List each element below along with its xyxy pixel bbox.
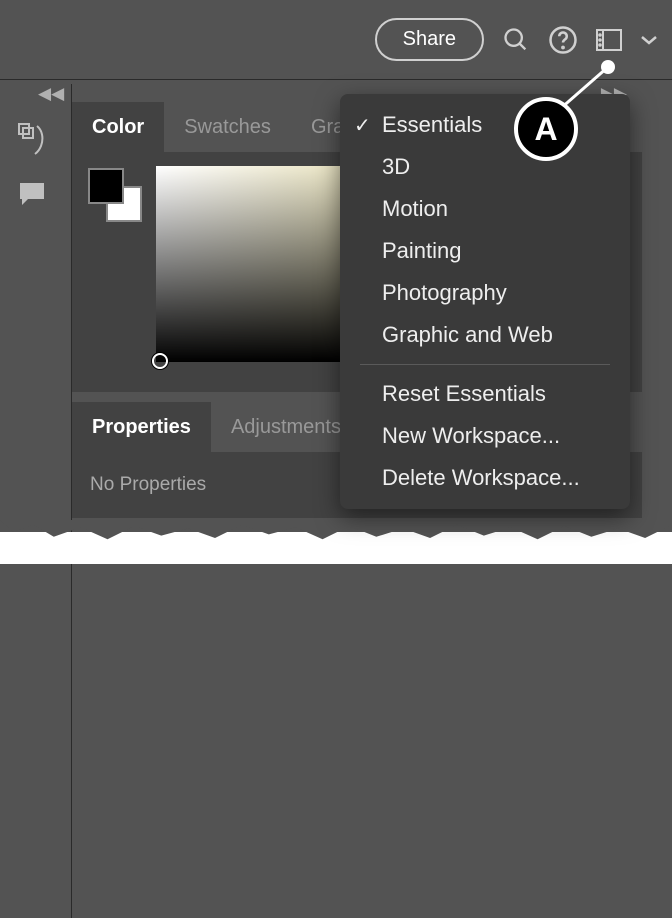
callout-label: A — [514, 97, 578, 161]
tab-adjustments[interactable]: Adjustments — [211, 402, 361, 452]
chevron-down-icon[interactable] — [640, 34, 658, 46]
workspace-item-graphic-web[interactable]: Graphic and Web — [340, 314, 630, 356]
check-icon: ✓ — [354, 113, 371, 138]
workspace-item-photography[interactable]: Photography — [340, 272, 630, 314]
workspace-reset[interactable]: Reset Essentials — [340, 373, 630, 415]
workspace-item-motion[interactable]: Motion — [340, 188, 630, 230]
workspace-new[interactable]: New Workspace... — [340, 415, 630, 457]
workspace-switcher-icon[interactable] — [596, 29, 622, 51]
history-brush-icon[interactable] — [17, 120, 47, 161]
foreground-color-swatch[interactable] — [88, 168, 124, 204]
properties-empty-text: No Properties — [90, 474, 206, 495]
tab-properties[interactable]: Properties — [72, 402, 211, 452]
share-button[interactable]: Share — [375, 18, 484, 61]
search-icon[interactable] — [502, 26, 530, 54]
workspace-delete[interactable]: Delete Workspace... — [340, 457, 630, 499]
help-icon[interactable] — [548, 25, 578, 55]
tab-swatches[interactable]: Swatches — [164, 102, 291, 152]
torn-edge-decoration — [0, 532, 672, 564]
callout-dot — [601, 60, 615, 74]
foreground-background-swatches[interactable] — [86, 166, 140, 222]
left-tool-strip — [12, 120, 52, 212]
color-picker-ring[interactable] — [152, 353, 168, 369]
comment-icon[interactable] — [18, 181, 46, 212]
collapse-left-icon[interactable]: ◀◀ — [38, 84, 64, 104]
tab-color[interactable]: Color — [72, 102, 164, 152]
workspace-item-3d[interactable]: 3D — [340, 146, 630, 188]
workspace-item-painting[interactable]: Painting — [340, 230, 630, 272]
menu-divider — [360, 364, 610, 365]
workspace-dropdown-menu: ✓ Essentials 3D Motion Painting Photogra… — [340, 94, 630, 509]
